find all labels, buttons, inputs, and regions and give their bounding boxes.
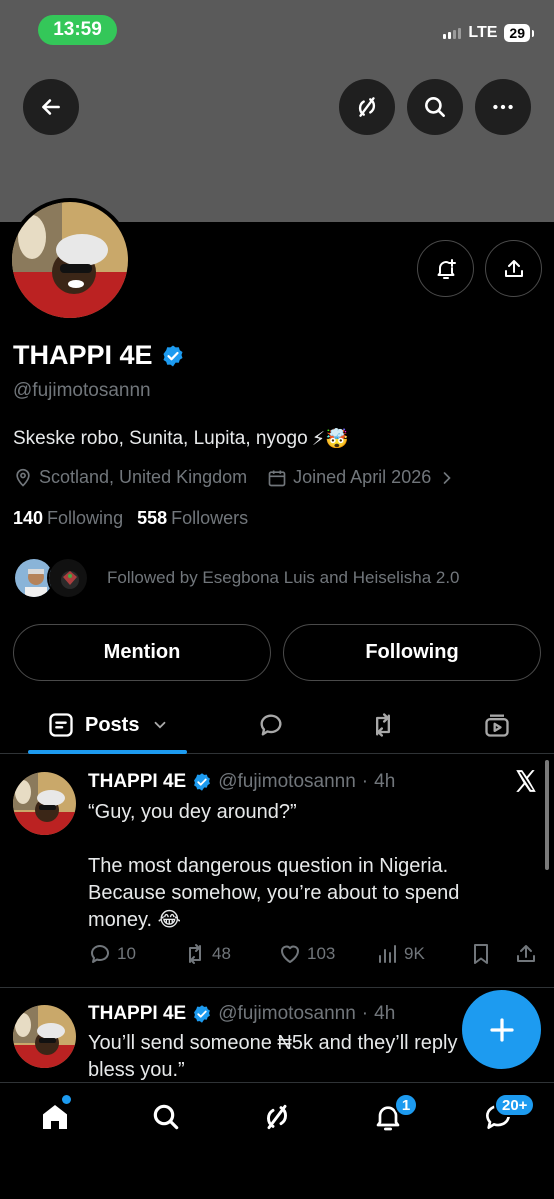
- tab-reposts[interactable]: [369, 698, 397, 752]
- post-text: You’ll send someone ₦5k and they’ll repl…: [88, 1032, 508, 1081]
- profile-tabs: Posts: [0, 698, 554, 754]
- profile-bio: Skeske robo, Sunita, Lupita, nyogo ⚡🤯: [13, 427, 349, 451]
- profile-name: THAPPI 4E: [13, 340, 153, 370]
- bookmark-button[interactable]: [469, 942, 493, 966]
- share-button[interactable]: [485, 240, 542, 297]
- profile-meta: Scotland, United Kingdom Joined April 20…: [13, 467, 457, 488]
- home-icon: [43, 1105, 67, 1129]
- bookmark-icon: [474, 944, 488, 964]
- heart-icon: [281, 945, 299, 963]
- calendar-icon: [268, 470, 286, 486]
- reply-button[interactable]: 10: [88, 942, 136, 966]
- tab-posts-label: Posts: [85, 713, 140, 736]
- profile-handle: @fujimotosannn: [13, 380, 151, 401]
- profile-avatar[interactable]: [8, 198, 132, 322]
- post-author-handle[interactable]: @fujimotosannn: [218, 1003, 356, 1025]
- reply-icon: [260, 714, 282, 736]
- post-share-button[interactable]: [514, 942, 538, 966]
- verified-badge-icon: [194, 1005, 211, 1023]
- mention-button[interactable]: Mention: [13, 624, 271, 681]
- post-avatar[interactable]: [13, 1005, 76, 1068]
- search-icon: [153, 1104, 179, 1130]
- more-icon: [493, 104, 513, 110]
- followers-count-link[interactable]: 558 Followers: [137, 508, 248, 529]
- post-time[interactable]: 4h: [374, 1003, 395, 1025]
- location-icon: [16, 468, 30, 487]
- nav-grok[interactable]: [257, 1097, 297, 1137]
- battery-indicator: 29: [504, 24, 534, 42]
- post-separator: ·: [361, 1003, 369, 1024]
- share-icon: [504, 259, 523, 277]
- nav-search[interactable]: [146, 1097, 186, 1137]
- avatar-photo: [12, 202, 128, 318]
- post-header: THAPPI 4E @fujimotosannn · 4h: [88, 771, 395, 793]
- profile-joined[interactable]: Joined April 2026: [293, 467, 431, 488]
- video-icon: [485, 714, 509, 737]
- profile-location: Scotland, United Kingdom: [39, 467, 248, 487]
- scrollbar[interactable]: [545, 760, 549, 870]
- follow-counts: 140 Following 558 Followers: [13, 508, 248, 529]
- analytics-icon: [379, 945, 396, 963]
- verified-badge-icon[interactable]: [161, 344, 185, 368]
- profile-name-row: THAPPI 4E: [13, 340, 185, 371]
- back-button[interactable]: [23, 79, 79, 135]
- post-header: THAPPI 4E @fujimotosannn · 4h: [88, 1003, 395, 1025]
- tab-posts[interactable]: Posts: [47, 698, 169, 752]
- grok-icon: [358, 97, 376, 117]
- following-button[interactable]: Following: [283, 624, 541, 681]
- followed-by[interactable]: Followed by Esegbona Luis and Heiselisha…: [13, 557, 460, 599]
- like-button[interactable]: 103: [278, 942, 335, 966]
- chevron-down-icon: [155, 721, 166, 729]
- plus-icon: [489, 1017, 514, 1042]
- following-count-link[interactable]: 140 Following: [13, 508, 123, 529]
- post-actions: 10 48 103 9K: [88, 942, 544, 970]
- bio-emoji: ⚡🤯: [311, 429, 349, 450]
- status-time: 13:59: [38, 15, 117, 45]
- messages-badge: 20+: [494, 1093, 536, 1117]
- compose-button[interactable]: [462, 990, 541, 1069]
- arrow-left-icon: [42, 99, 60, 115]
- status-indicators: LTE 29: [443, 24, 534, 42]
- tab-media[interactable]: [483, 698, 511, 752]
- bottom-nav: 1 20+: [0, 1082, 554, 1199]
- post-avatar[interactable]: [13, 772, 76, 835]
- verified-badge-icon: [194, 773, 211, 791]
- post-author-name[interactable]: THAPPI 4E: [88, 771, 186, 793]
- post-time[interactable]: 4h: [374, 771, 395, 793]
- signal-icon: [443, 27, 462, 39]
- avatar: [47, 557, 89, 599]
- posts-icon: [49, 713, 73, 737]
- repost-icon: [189, 944, 201, 964]
- post-author-handle[interactable]: @fujimotosannn: [218, 771, 356, 793]
- search-icon: [425, 97, 445, 117]
- reply-icon: [91, 945, 109, 963]
- home-unread-dot: [62, 1095, 71, 1104]
- search-button[interactable]: [407, 79, 463, 135]
- notifications-badge: 1: [394, 1093, 418, 1117]
- views-button[interactable]: 9K: [375, 942, 425, 966]
- post-author-name[interactable]: THAPPI 4E: [88, 1003, 186, 1025]
- bell-plus-icon: [437, 258, 456, 279]
- share-icon: [517, 945, 535, 962]
- repost-button[interactable]: 48: [183, 942, 231, 966]
- post-text: “Guy, you dey around?” The most dangerou…: [88, 801, 460, 931]
- repost-icon: [376, 713, 390, 737]
- more-button[interactable]: [475, 79, 531, 135]
- notify-button[interactable]: [417, 240, 474, 297]
- tab-replies[interactable]: [257, 698, 285, 752]
- grok-icon: [267, 1104, 287, 1130]
- tab-active-indicator: [28, 750, 187, 754]
- network-label: LTE: [468, 24, 498, 41]
- post-separator: ·: [361, 771, 369, 792]
- grok-button[interactable]: [339, 79, 395, 135]
- x-logo-icon: [516, 770, 536, 792]
- bio-text: Skeske robo, Sunita, Lupita, nyogo: [13, 428, 308, 449]
- followed-by-text: Followed by Esegbona Luis and Heiselisha…: [107, 568, 460, 587]
- chevron-right-icon[interactable]: [437, 468, 457, 488]
